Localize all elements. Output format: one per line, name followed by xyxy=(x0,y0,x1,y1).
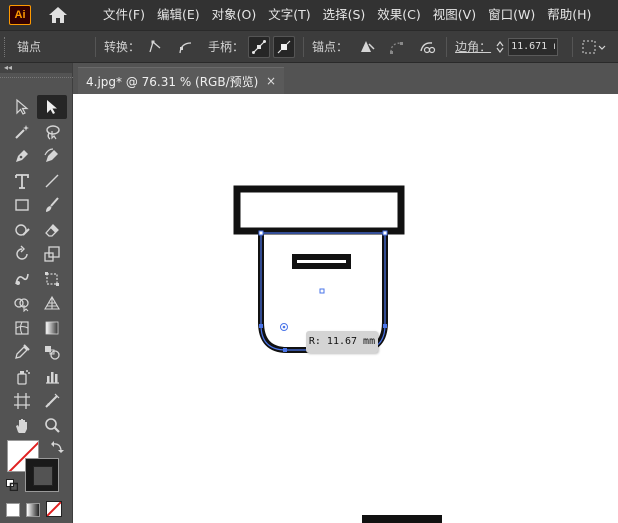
show-handles-button[interactable] xyxy=(248,35,271,58)
warp-tool-icon[interactable] xyxy=(7,267,37,291)
radius-tooltip: R: 11.67 mm xyxy=(306,331,378,353)
app-logo: Ai xyxy=(9,5,31,25)
panel-grip[interactable] xyxy=(0,77,73,79)
color-mode-button[interactable] xyxy=(6,503,20,517)
eyedropper-tool-icon[interactable] xyxy=(7,340,37,364)
menu-file[interactable]: 文件(F) xyxy=(97,0,151,30)
menu-bar: Ai 文件(F) 编辑(E) 对象(O) 文字(T) 选择(S) 效果(C) 视… xyxy=(0,0,618,30)
divider xyxy=(95,36,97,57)
collapse-panel-icon[interactable]: ◂◂ xyxy=(0,63,72,73)
convert-to-corner-button[interactable] xyxy=(144,36,166,58)
home-icon[interactable] xyxy=(47,5,69,25)
perspective-grid-tool-icon[interactable] xyxy=(37,291,67,315)
anchor-point[interactable] xyxy=(382,230,388,236)
hand-tool-icon[interactable] xyxy=(7,414,37,438)
eraser-tool-icon[interactable] xyxy=(37,218,67,242)
handle-slot-inner xyxy=(297,260,346,263)
tools-panel: ◂◂ xyxy=(0,63,73,523)
rotate-tool-icon[interactable] xyxy=(7,242,37,266)
live-corner-widget-dot xyxy=(282,325,286,329)
direct-selection-tool-icon[interactable] xyxy=(37,95,67,119)
menu-select[interactable]: 选择(S) xyxy=(317,0,372,30)
scale-tool-icon[interactable] xyxy=(37,242,67,266)
magic-wand-tool-icon[interactable] xyxy=(7,120,37,144)
stepper-down-icon[interactable] xyxy=(496,47,504,53)
center-point xyxy=(319,288,325,294)
stroke-inner xyxy=(33,466,53,486)
menu-edit[interactable]: 编辑(E) xyxy=(151,0,206,30)
document-tab[interactable]: 4.jpg* @ 76.31 % (RGB/预览) × xyxy=(78,67,284,94)
convert-to-smooth-button[interactable] xyxy=(174,36,196,58)
lid-shape[interactable] xyxy=(233,185,405,235)
panel-grip[interactable] xyxy=(4,36,9,57)
document-tab-bar: 4.jpg* @ 76.31 % (RGB/预览) × xyxy=(73,63,618,94)
cut-path-button[interactable] xyxy=(416,36,438,58)
swap-fill-stroke-icon[interactable] xyxy=(50,440,64,457)
anchor-point[interactable] xyxy=(259,324,263,328)
menu-effect[interactable]: 效果(C) xyxy=(371,0,426,30)
corner-label[interactable]: 边角： xyxy=(455,38,491,55)
anchor-point-label: 锚点 xyxy=(17,40,42,54)
hide-handles-button[interactable] xyxy=(273,35,296,58)
control-bar: 锚点 转换： 手柄： 锚点： 边角： xyxy=(0,30,618,63)
convert-label: 转换： xyxy=(104,40,141,54)
anchor-point[interactable] xyxy=(258,230,264,236)
shape-builder-tool-icon[interactable] xyxy=(7,291,37,315)
handles-label: 手柄： xyxy=(208,40,245,54)
corner-radius-input[interactable] xyxy=(508,37,559,56)
corner-stepper[interactable] xyxy=(495,40,505,53)
zoom-tool-icon[interactable] xyxy=(37,414,67,438)
shaper-tool-icon[interactable] xyxy=(7,218,37,242)
free-transform-tool-icon[interactable] xyxy=(37,267,67,291)
gradient-tool-icon[interactable] xyxy=(37,316,67,340)
selection-tool-icon[interactable] xyxy=(7,95,37,119)
anchors-label: 锚点： xyxy=(312,40,349,54)
artboard-canvas[interactable]: R: 11.67 mm xyxy=(73,94,618,523)
document-tab-title: 4.jpg* @ 76.31 % (RGB/预览) xyxy=(86,74,259,89)
menu-window[interactable]: 窗口(W) xyxy=(482,0,541,30)
column-graph-tool-icon[interactable] xyxy=(37,365,67,389)
remove-anchor-button[interactable] xyxy=(356,36,378,58)
lasso-tool-icon[interactable] xyxy=(37,120,67,144)
menu-help[interactable]: 帮助(H) xyxy=(541,0,597,30)
gradient-mode-button[interactable] xyxy=(26,503,40,517)
curvature-tool-icon[interactable] xyxy=(37,144,67,168)
stroke-swatch[interactable] xyxy=(25,458,59,492)
anchor-point[interactable] xyxy=(283,348,287,352)
menu-type[interactable]: 文字(T) xyxy=(262,0,316,30)
rectangle-tool-icon[interactable] xyxy=(7,193,37,217)
no-color-icon xyxy=(47,502,61,516)
line-segment-tool-icon[interactable] xyxy=(37,169,67,193)
symbol-sprayer-tool-icon[interactable] xyxy=(7,365,37,389)
divider xyxy=(446,36,448,57)
align-options-button[interactable] xyxy=(581,36,607,58)
partial-shape[interactable] xyxy=(362,515,442,523)
paintbrush-tool-icon[interactable] xyxy=(37,193,67,217)
connect-anchors-button[interactable] xyxy=(386,36,408,58)
divider xyxy=(303,36,305,57)
menu-object[interactable]: 对象(O) xyxy=(206,0,263,30)
none-mode-button[interactable] xyxy=(46,501,62,517)
blend-tool-icon[interactable] xyxy=(37,340,67,364)
mesh-tool-icon[interactable] xyxy=(7,316,37,340)
anchor-point[interactable] xyxy=(383,324,387,328)
default-fill-stroke-icon[interactable] xyxy=(6,479,19,494)
artboard-tool-icon[interactable] xyxy=(7,389,37,413)
divider xyxy=(572,36,574,57)
menu-view[interactable]: 视图(V) xyxy=(427,0,482,30)
type-tool-icon[interactable] xyxy=(7,169,37,193)
close-icon[interactable]: × xyxy=(266,74,276,88)
pen-tool-icon[interactable] xyxy=(7,144,37,168)
slice-tool-icon[interactable] xyxy=(37,389,67,413)
